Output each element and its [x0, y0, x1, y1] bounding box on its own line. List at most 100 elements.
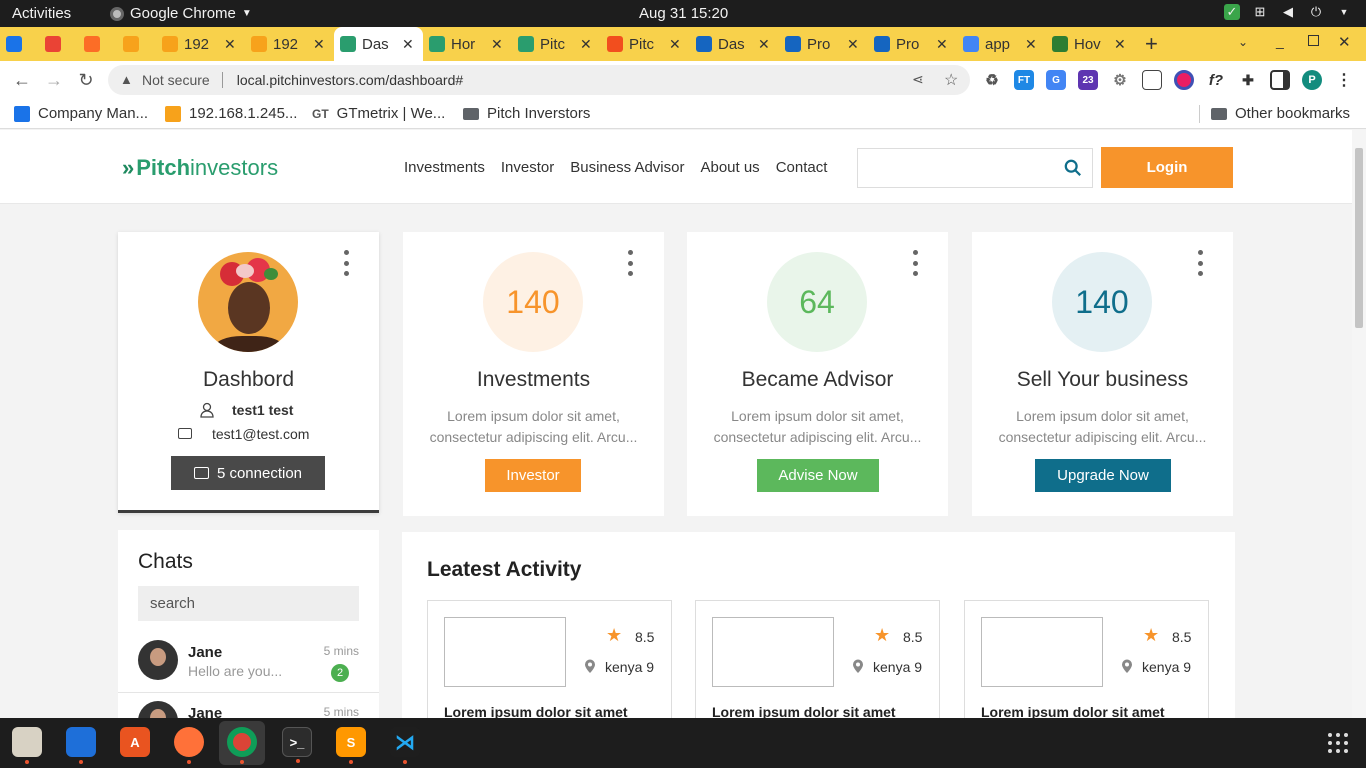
firefox-icon[interactable] — [174, 727, 204, 764]
writer-icon[interactable] — [66, 727, 96, 764]
login-button[interactable]: Login — [1101, 147, 1233, 188]
hat-extension-icon[interactable]: 23 — [1078, 70, 1098, 90]
close-tab-icon[interactable]: ✕ — [669, 36, 681, 53]
bookmark-star-icon[interactable]: ☆ — [944, 70, 958, 90]
nav-business-advisor[interactable]: Business Advisor — [570, 159, 684, 176]
bookmark-folder[interactable]: Pitch Inverstors — [463, 105, 590, 122]
activity-card[interactable]: ★ 8.5 kenya 9 Lorem ipsum dolor sit amet — [427, 600, 672, 718]
tab-search-icon[interactable]: ⌄ — [1238, 35, 1248, 49]
new-tab-button[interactable]: + — [1145, 31, 1158, 57]
minimize-icon[interactable]: _ — [1276, 33, 1284, 49]
system-tray[interactable]: ✓ ⊞ ◀ ⏻ ▼ — [1224, 4, 1352, 20]
nav-investments[interactable]: Investments — [404, 159, 485, 176]
tab[interactable]: Hov ✕ — [1046, 27, 1135, 61]
close-tab-icon[interactable]: ✕ — [224, 36, 236, 53]
close-tab-icon[interactable]: ✕ — [1114, 36, 1126, 53]
close-tab-icon[interactable]: ✕ — [313, 36, 325, 53]
recycle-icon[interactable]: ♻ — [982, 70, 1002, 90]
omnibox[interactable]: ▲ Not secure local.pitchinvestors.com/da… — [108, 65, 970, 95]
show-apps-icon[interactable] — [1328, 733, 1348, 753]
stat-title: Sell Your business — [1016, 368, 1189, 391]
bookmark-item[interactable]: GT GTmetrix | We... — [312, 105, 445, 122]
power-icon[interactable]: ⏻ — [1308, 4, 1324, 20]
connections-button[interactable]: 5 connection — [171, 456, 325, 490]
more-icon[interactable]: ⋮ — [1334, 70, 1354, 90]
tab[interactable] — [0, 27, 39, 61]
check-icon[interactable]: ✓ — [1224, 4, 1240, 20]
more-options-icon[interactable] — [913, 250, 919, 276]
software-center-icon[interactable]: A — [120, 727, 150, 757]
tab[interactable]: Das ✕ — [690, 27, 779, 61]
close-tab-icon[interactable]: ✕ — [1025, 36, 1037, 53]
activities-button[interactable]: Activities — [12, 5, 71, 22]
color-picker-icon[interactable] — [1174, 70, 1194, 90]
upgrade-now-button[interactable]: Upgrade Now — [1035, 459, 1171, 492]
search-icon[interactable] — [1064, 159, 1082, 177]
network-icon[interactable]: ⊞ — [1252, 4, 1268, 20]
tab[interactable]: Hor ✕ — [423, 27, 512, 61]
side-panel-icon[interactable] — [1270, 70, 1290, 90]
tab[interactable]: Pitc ✕ — [512, 27, 601, 61]
puzzle-icon[interactable]: ✚ — [1238, 70, 1258, 90]
ft-extension-icon[interactable]: FT — [1014, 70, 1034, 90]
app-menu[interactable]: Google Chrome ▼ — [110, 5, 252, 22]
tab[interactable] — [117, 27, 156, 61]
site-search-input[interactable] — [857, 148, 1093, 188]
profile-avatar-icon[interactable]: P — [1302, 70, 1322, 90]
back-icon[interactable]: ← — [12, 70, 32, 90]
formula-icon[interactable]: f? — [1206, 70, 1226, 90]
tab[interactable]: 192 ✕ — [245, 27, 334, 61]
tab[interactable]: Pro ✕ — [868, 27, 957, 61]
tab[interactable]: Pitc ✕ — [601, 27, 690, 61]
warning-icon: ▲ — [120, 72, 133, 87]
share-icon[interactable]: ⋖ — [912, 71, 924, 88]
close-tab-icon[interactable]: ✕ — [402, 36, 414, 53]
close-tab-icon[interactable]: ✕ — [847, 36, 859, 53]
screenshot-icon[interactable] — [1142, 70, 1162, 90]
reload-icon[interactable]: ↻ — [76, 70, 96, 90]
url-text[interactable]: local.pitchinvestors.com/dashboard# — [237, 72, 463, 88]
page-scrollbar[interactable] — [1352, 130, 1366, 718]
investor-button[interactable]: Investor — [485, 459, 581, 492]
nav-about-us[interactable]: About us — [700, 159, 759, 176]
chat-item[interactable]: Jane 5 mins — [138, 701, 359, 718]
close-tab-icon[interactable]: ✕ — [580, 36, 592, 53]
bookmark-item[interactable]: 192.168.1.245... — [165, 105, 297, 122]
translate-icon[interactable]: G — [1046, 70, 1066, 90]
tab[interactable]: Pro ✕ — [779, 27, 868, 61]
forward-icon[interactable]: → — [44, 70, 64, 90]
sublime-icon[interactable]: S — [336, 727, 366, 764]
more-options-icon[interactable] — [628, 250, 634, 276]
bookmark-item[interactable]: Company Man... — [14, 105, 148, 122]
caret-down-icon[interactable]: ▼ — [1336, 4, 1352, 20]
advise-now-button[interactable]: Advise Now — [757, 459, 879, 492]
gear-extension-icon[interactable]: ⚙ — [1110, 70, 1130, 90]
maximize-icon[interactable] — [1308, 35, 1319, 46]
chrome-icon[interactable] — [227, 727, 257, 764]
nav-investor[interactable]: Investor — [501, 159, 554, 176]
vscode-icon[interactable]: ⋊ — [390, 727, 420, 764]
chat-item[interactable]: Jane Hello are you... 5 mins 2 — [138, 640, 359, 696]
activity-card[interactable]: ★ 8.5 kenya 9 Lorem ipsum dolor sit amet — [964, 600, 1209, 718]
tab[interactable]: Das ✕ — [334, 27, 423, 61]
tab[interactable]: app ✕ — [957, 27, 1046, 61]
more-options-icon[interactable] — [344, 250, 350, 276]
close-tab-icon[interactable]: ✕ — [936, 36, 948, 53]
close-window-icon[interactable]: ✕ — [1338, 33, 1351, 51]
volume-icon[interactable]: ◀ — [1280, 4, 1296, 20]
close-tab-icon[interactable]: ✕ — [758, 36, 770, 53]
close-tab-icon[interactable]: ✕ — [491, 36, 503, 53]
stat-title: Became Advisor — [741, 368, 894, 391]
activity-card[interactable]: ★ 8.5 kenya 9 Lorem ipsum dolor sit amet — [695, 600, 940, 718]
tab[interactable]: 192 ✕ — [156, 27, 245, 61]
chat-search-input[interactable]: search — [138, 586, 359, 621]
more-options-icon[interactable] — [1198, 250, 1204, 276]
clock[interactable]: Aug 31 15:20 — [639, 5, 728, 22]
other-bookmarks[interactable]: Other bookmarks — [1211, 105, 1350, 122]
files-icon[interactable] — [12, 727, 42, 764]
terminal-icon[interactable]: >_ — [282, 727, 312, 763]
tab[interactable] — [78, 27, 117, 61]
nav-contact[interactable]: Contact — [776, 159, 828, 176]
tab[interactable] — [39, 27, 78, 61]
site-logo[interactable]: »Pitchinvestors — [122, 155, 278, 181]
